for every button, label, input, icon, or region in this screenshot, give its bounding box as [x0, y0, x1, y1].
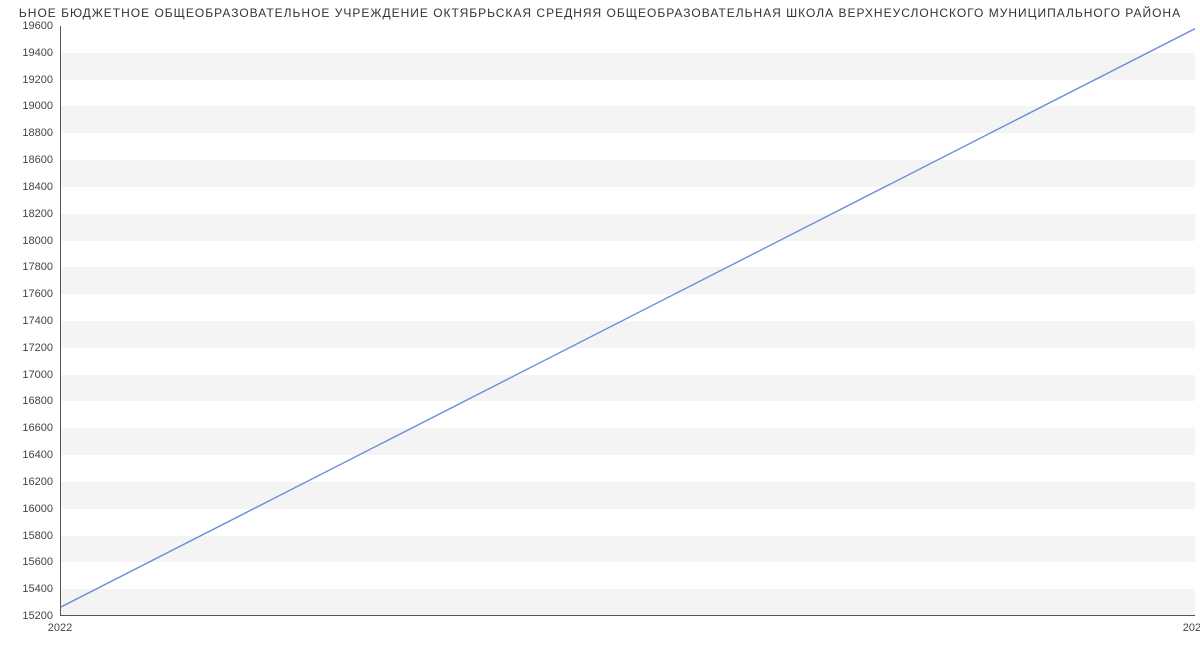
- y-tick-label: 16200: [3, 476, 53, 488]
- x-tick-label: 2022: [48, 622, 72, 634]
- y-tick-label: 18000: [3, 235, 53, 247]
- y-tick-label: 17400: [3, 315, 53, 327]
- y-tick-label: 15200: [3, 610, 53, 622]
- y-tick-label: 18400: [3, 181, 53, 193]
- y-tick-label: 17800: [3, 261, 53, 273]
- y-tick-label: 16600: [3, 422, 53, 434]
- chart-title: ЬНОЕ БЮДЖЕТНОЕ ОБЩЕОБРАЗОВАТЕЛЬНОЕ УЧРЕЖ…: [0, 0, 1200, 20]
- y-tick-label: 15600: [3, 556, 53, 568]
- y-tick-label: 18800: [3, 127, 53, 139]
- y-tick-label: 19000: [3, 100, 53, 112]
- y-tick-label: 17000: [3, 369, 53, 381]
- y-tick-label: 19400: [3, 47, 53, 59]
- y-tick-label: 19600: [3, 20, 53, 32]
- plot-container: 1520015400156001580016000162001640016600…: [60, 26, 1195, 616]
- line-svg: [61, 26, 1195, 615]
- y-tick-label: 16000: [3, 503, 53, 515]
- y-tick-label: 17600: [3, 288, 53, 300]
- y-tick-label: 19200: [3, 74, 53, 86]
- y-tick-label: 15800: [3, 530, 53, 542]
- data-line: [61, 29, 1195, 607]
- plot-area: [60, 26, 1195, 616]
- y-tick-label: 15400: [3, 583, 53, 595]
- x-tick-label: 2024: [1183, 622, 1200, 634]
- y-tick-label: 16800: [3, 395, 53, 407]
- y-tick-label: 18600: [3, 154, 53, 166]
- y-tick-label: 16400: [3, 449, 53, 461]
- y-tick-label: 18200: [3, 208, 53, 220]
- y-tick-label: 17200: [3, 342, 53, 354]
